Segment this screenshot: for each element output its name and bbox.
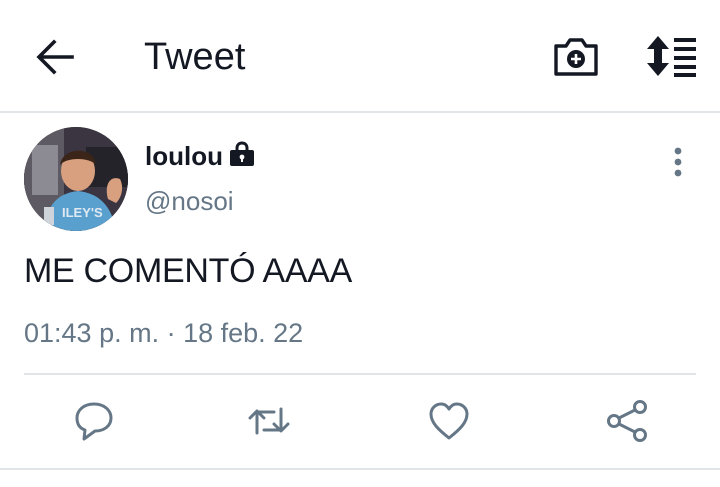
more-vertical-icon	[674, 147, 682, 177]
heart-icon	[429, 402, 469, 440]
lock-icon	[228, 139, 256, 167]
retweet-button[interactable]	[246, 398, 292, 444]
app-header: Tweet	[0, 0, 720, 113]
avatar-photo: ILEY'S	[24, 127, 128, 231]
reply-icon	[75, 402, 113, 441]
tweet-timestamp: 01:43 p. m. · 18 feb. 22	[24, 318, 304, 348]
sort-button[interactable]	[644, 34, 700, 78]
author-name[interactable]: loulou	[145, 140, 223, 172]
share-icon	[607, 400, 647, 442]
like-button[interactable]	[426, 398, 472, 444]
arrow-left-icon	[36, 39, 74, 75]
avatar[interactable]: ILEY'S	[24, 127, 128, 231]
share-button[interactable]	[604, 398, 650, 444]
more-options-button[interactable]	[665, 145, 691, 181]
svg-text:ILEY'S: ILEY'S	[62, 205, 103, 220]
divider	[24, 373, 696, 375]
tweet-text: ME COMENTÓ AAAA	[24, 252, 352, 290]
back-button[interactable]	[34, 36, 76, 78]
bottom-divider	[0, 468, 720, 470]
author-handle[interactable]: @nosoi	[145, 185, 234, 217]
page-title: Tweet	[144, 36, 246, 78]
sort-lines-icon	[647, 36, 696, 77]
camera-button[interactable]	[552, 34, 600, 78]
camera-plus-icon	[554, 38, 598, 76]
reply-button[interactable]	[71, 398, 117, 444]
retweet-icon	[248, 407, 290, 435]
